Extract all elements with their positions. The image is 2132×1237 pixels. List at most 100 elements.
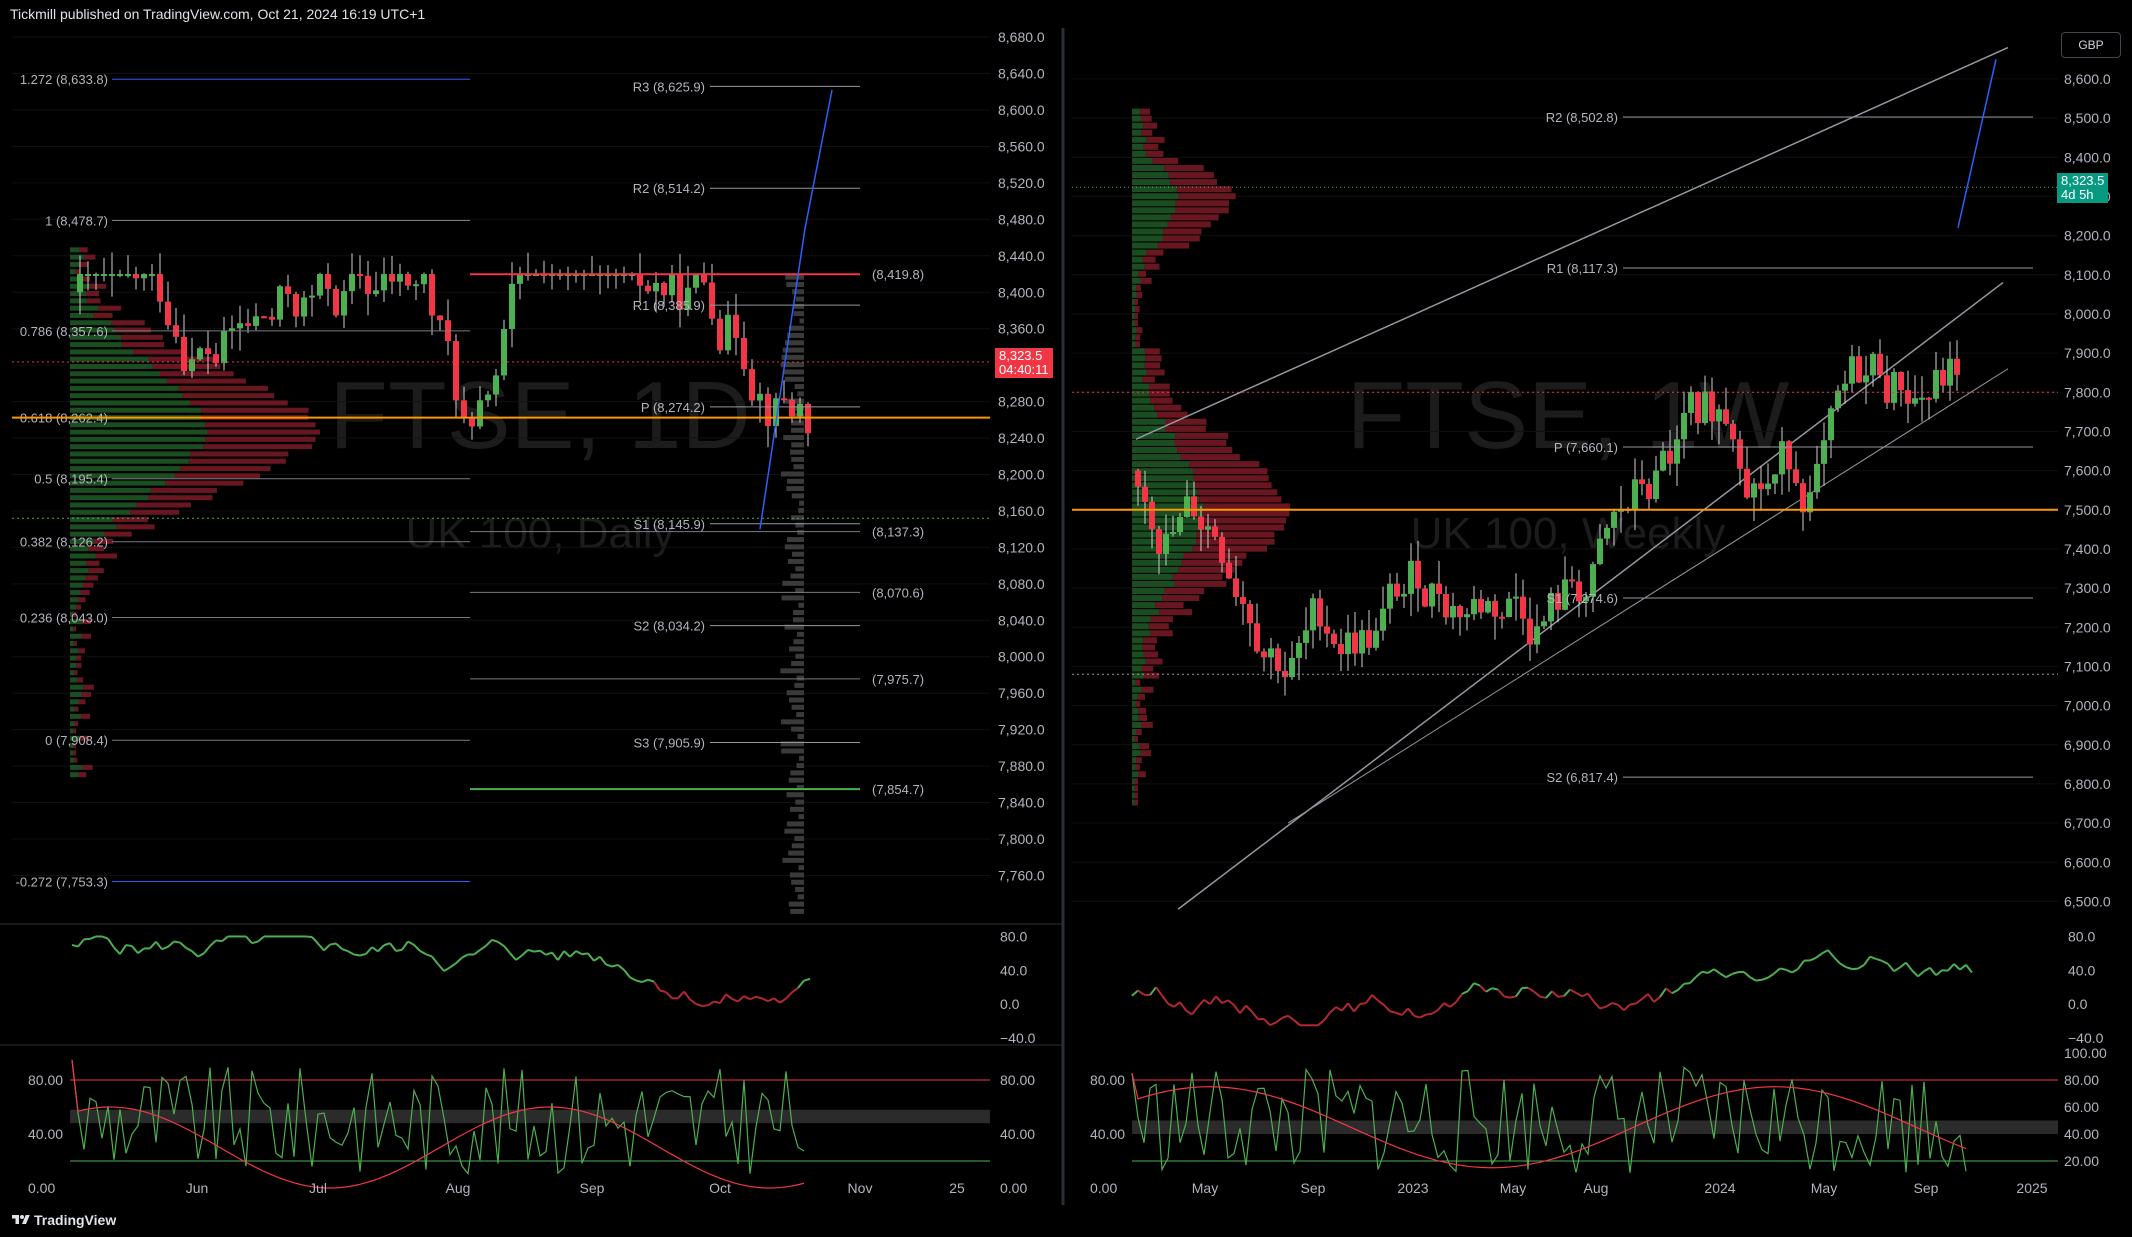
daily-candle-body <box>429 274 435 316</box>
weekly-volume-profile-bar-down <box>1197 489 1278 496</box>
daily-volume-profile-bar-down <box>165 480 244 486</box>
weekly-y-tick-label: 6,800.0 <box>2064 776 2111 792</box>
weekly-candle-body <box>1856 356 1862 383</box>
daily-volume-profile-bar-down <box>89 283 107 289</box>
weekly-oscillator-segment <box>1359 1002 1367 1005</box>
weekly-candle-body <box>1261 651 1267 658</box>
weekly-volume-profile-bar-down <box>1138 707 1147 714</box>
weekly-volume-profile-bar-up <box>1132 207 1176 214</box>
weekly-volume-profile-bar-down <box>1138 771 1146 778</box>
daily-volume-profile-bar-down <box>86 291 100 297</box>
daily-candle-body <box>157 274 163 302</box>
daily-volume-profile-bar-down <box>82 582 94 588</box>
weekly-volume-profile-bar-down <box>1157 242 1190 249</box>
weekly-volume-profile-bar-up <box>1132 200 1176 207</box>
daily-y-tick-label: 7,840.0 <box>998 795 1045 811</box>
weekly-candle-body <box>1779 441 1785 475</box>
weekly-volume-profile-bar-down <box>1167 221 1211 228</box>
daily-candle-body <box>469 417 475 427</box>
daily-candle-body <box>365 275 371 295</box>
daily-volume-profile-bar-down <box>148 495 213 501</box>
daily-volume-histogram-bar <box>792 610 804 616</box>
weekly-y-tick-label: 7,500.0 <box>2064 502 2111 518</box>
daily-volume-profile-bar-up <box>70 640 74 646</box>
weekly-candle-body <box>1611 511 1617 528</box>
daily-y-tick-label: 7,920.0 <box>998 722 1045 738</box>
daily-volume-profile-bar-down <box>205 422 316 428</box>
weekly-candle-body <box>1744 468 1750 498</box>
daily-candle-body <box>285 286 291 294</box>
daily-volume-profile-bar-up <box>70 699 79 705</box>
daily-volume-profile-bar-down <box>79 247 88 253</box>
weekly-candle-body <box>1506 598 1512 618</box>
daily-volume-histogram-bar <box>794 835 804 841</box>
daily-candle-body <box>325 274 331 289</box>
weekly-candle-body <box>1240 597 1246 604</box>
weekly-volume-profile-bar-up <box>1132 792 1135 799</box>
daily-candle-body <box>797 403 803 417</box>
weekly-volume-profile-bar-up <box>1132 616 1151 623</box>
weekly-volume-profile-bar-down <box>1150 630 1173 637</box>
weekly-candle-body <box>1758 483 1764 490</box>
daily-volume-histogram-bar <box>795 887 804 893</box>
daily-chart-panel[interactable]: FTSE, 1DUK 100, Daily8,680.08,640.08,600… <box>0 28 1068 1205</box>
daily-volume-profile-bar-up <box>70 692 82 698</box>
weekly-candle-body <box>1695 392 1701 424</box>
daily-volume-profile-bar-down <box>76 655 82 661</box>
weekly-volume-profile-bar-down <box>1162 235 1200 242</box>
daily-y-tick-label: 8,640.0 <box>998 66 1045 82</box>
weekly-pivot-label: R2 (8,502.8) <box>1546 110 1618 125</box>
weekly-volume-profile-bar-up <box>1132 545 1193 552</box>
weekly-volume-profile-bar-up <box>1132 122 1144 129</box>
daily-volume-profile-bar-down <box>73 640 77 646</box>
daily-y-tick-label: 8,280.0 <box>998 394 1045 410</box>
daily-last-price-tag: 8,323.5 04:40:11 <box>995 347 1053 378</box>
weekly-volume-profile-bar-up <box>1132 242 1158 249</box>
weekly-chart-panel[interactable]: FTSE, 1WUK 100, Weekly8,600.08,500.08,40… <box>1068 28 2132 1205</box>
weekly-volume-profile-bar-up <box>1132 482 1195 489</box>
weekly-volume-profile-bar-up <box>1132 623 1149 630</box>
daily-volume-profile-bar-up <box>70 269 76 275</box>
weekly-pivot-label: P (7,660.1) <box>1554 440 1618 455</box>
weekly-candle-body <box>1828 408 1834 441</box>
daily-volume-profile-bar-up <box>70 648 79 654</box>
weekly-volume-profile-bar-up <box>1132 263 1145 270</box>
weekly-y-tick-label: 6,600.0 <box>2064 854 2111 870</box>
weekly-y-tick-label: 7,200.0 <box>2064 619 2111 635</box>
weekly-oscillator-segment <box>1779 967 1787 971</box>
daily-volume-profile-bar-up <box>70 750 74 756</box>
weekly-volume-profile-bar-down <box>1135 341 1140 348</box>
weekly-volume-profile-bar-up <box>1132 277 1141 284</box>
weekly-oscillator-segment <box>1629 1002 1637 1006</box>
daily-pivot-label: P (8,274.2) <box>641 400 705 415</box>
daily-volume-profile-bar-up <box>70 553 96 559</box>
weekly-volume-profile-bar-down <box>1148 383 1170 390</box>
daily-candle-body <box>493 375 499 395</box>
currency-button[interactable]: GBP <box>2061 32 2121 58</box>
daily-volume-histogram-bar <box>791 704 804 710</box>
daily-volume-profile-bar-up <box>70 466 181 472</box>
weekly-volume-profile-bar-down <box>1193 475 1269 482</box>
weekly-volume-profile-bar-up <box>1132 418 1166 425</box>
weekly-volume-profile-bar-down <box>1139 743 1150 750</box>
weekly-volume-profile-bar-down <box>1165 425 1206 432</box>
daily-volume-histogram-bar <box>796 763 804 769</box>
weekly-volume-profile-bar-up <box>1132 764 1136 771</box>
daily-volume-histogram-bar <box>791 843 804 849</box>
daily-volume-profile-bar-up <box>70 560 87 566</box>
weekly-volume-profile-bar-down <box>1164 165 1204 171</box>
daily-volume-histogram-bar <box>790 449 804 455</box>
weekly-candle-body <box>1702 391 1708 424</box>
daily-volume-profile-bar-up <box>70 517 113 523</box>
daily-volume-profile-bar-up <box>70 495 149 501</box>
daily-candle-body <box>277 286 283 320</box>
daily-oscillator-segment <box>215 939 223 943</box>
weekly-volume-profile-bar-down <box>1141 686 1154 693</box>
daily-x-tick-label: Sep <box>580 1180 605 1196</box>
weekly-volume-profile-bar-down <box>1174 439 1227 446</box>
daily-x-tick-label: Nov <box>848 1180 873 1196</box>
daily-candle-body <box>237 323 243 329</box>
daily-y-tick-label: 8,440.0 <box>998 248 1045 264</box>
weekly-volume-profile-bar-down <box>1142 376 1155 383</box>
weekly-candle-body <box>1709 391 1715 422</box>
